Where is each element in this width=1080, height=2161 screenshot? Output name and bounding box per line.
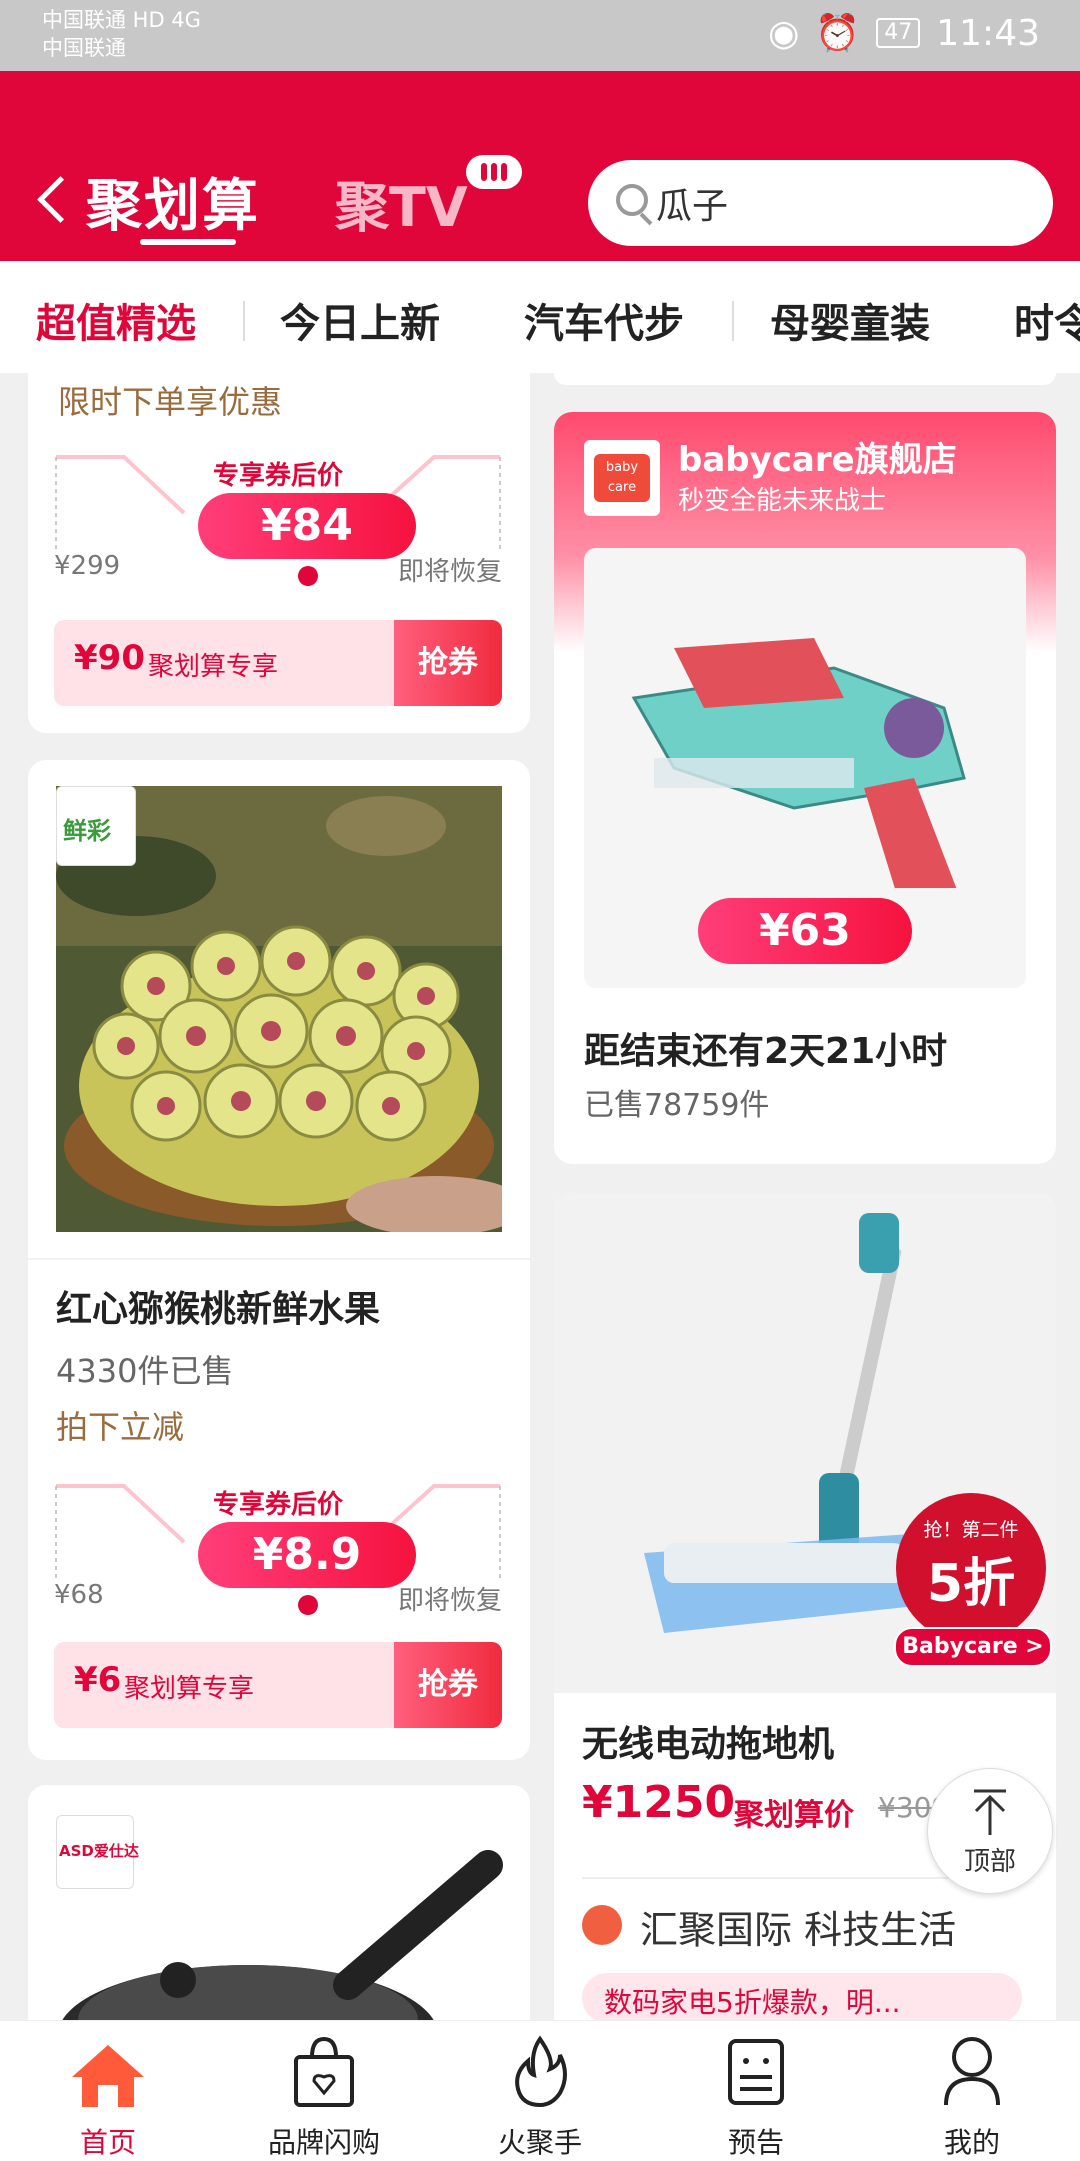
- tab-jinri-shangxin[interactable]: 今日上新: [280, 291, 440, 349]
- nav-mine-label: 我的: [943, 2126, 1000, 2159]
- coupon-price-area: 专享券后价 ¥84 ¥299 即将恢复: [54, 453, 502, 587]
- sold-count: 4330件已售: [56, 1352, 234, 1390]
- tab-chaozhi-jingxuan[interactable]: 超值精选: [36, 291, 196, 349]
- coupon-bar[interactable]: ¥90 聚划算专享 抢券: [54, 620, 502, 706]
- battery-indicator: 47: [876, 18, 921, 48]
- live-badge-icon: [466, 155, 522, 189]
- search-icon: [616, 184, 648, 216]
- product-card-top-left[interactable]: 限时下单享优惠 专享券后价 ¥84 ¥299 即将恢复 ¥90 聚划算专享 抢券: [28, 373, 530, 733]
- discount-badge: 抢！第二件 5折: [896, 1493, 1046, 1643]
- product-price: ¥63: [698, 898, 912, 964]
- countdown-text: 距结束还有2天21小时: [584, 1031, 948, 1072]
- juhuasuan-logo[interactable]: 聚划算: [86, 161, 260, 242]
- nav-preview[interactable]: 预告: [648, 2021, 864, 2161]
- status-bar: 中国联通 HD 4G 中国联通 ◉ ⏰ 47 11:43: [0, 0, 1080, 71]
- clock: 11:43: [936, 12, 1040, 54]
- discount-badge-main: 5折: [926, 1554, 1016, 1614]
- grab-coupon-button[interactable]: 抢券: [394, 620, 502, 706]
- alarm-icon: ⏰: [815, 13, 861, 54]
- coupon-price: ¥8.9: [198, 1522, 416, 1588]
- nav-preview-label: 预告: [727, 2126, 784, 2159]
- price-tag: 聚划算价: [734, 1798, 854, 1833]
- category-tabs: 超值精选 今日上新 汽车代步 母婴童装 时令: [0, 261, 1080, 373]
- brand-badge-text: 鲜彩: [63, 817, 111, 845]
- flame-icon: [515, 2035, 567, 2108]
- product-title[interactable]: 红心猕猴桃新鲜水果: [56, 1280, 380, 1332]
- product-card-top-right: [554, 373, 1056, 385]
- promo-text: 数码家电5折爆款，明...: [604, 1986, 901, 2019]
- discount-badge-brand: Babycare >: [894, 1627, 1052, 1667]
- promo-text: 限时下单享优惠: [58, 383, 283, 421]
- coupon-price: ¥84: [198, 493, 416, 559]
- discount-badge-top: 抢！第二件: [923, 1519, 1019, 1541]
- back-to-top-button[interactable]: 顶部: [927, 1768, 1053, 1894]
- pan-product-image: [58, 1850, 503, 2045]
- store-logo-text: baby care: [594, 454, 650, 502]
- price-label: 专享券后价: [212, 461, 343, 491]
- coupon-bar[interactable]: ¥6 聚划算专享 抢券: [54, 1642, 502, 1728]
- sold-count: 已售78759件: [584, 1088, 770, 1123]
- store-slogan: 秒变全能未来战士: [678, 486, 887, 516]
- coupon-amount: ¥6: [74, 1660, 122, 1700]
- price-dot: [298, 1595, 318, 1615]
- eye-icon: ◉: [768, 12, 800, 54]
- logo-underline: [140, 239, 236, 245]
- coupon-amount: ¥90: [74, 638, 145, 678]
- shop-icon: [582, 1905, 622, 1945]
- coupon-price-area: 专享券后价 ¥8.9 ¥68 即将恢复: [54, 1482, 502, 1616]
- nav-mine[interactable]: 我的: [864, 2021, 1080, 2161]
- notice-icon: [728, 2039, 784, 2105]
- product-card-kiwi[interactable]: 鲜彩 红心猕猴桃新鲜水果 4330件已售 拍下立减 专享券后价 ¥8.9 ¥68…: [28, 760, 530, 1760]
- shopping-bag-icon: [294, 2036, 354, 2107]
- back-to-top-label: 顶部: [963, 1847, 1016, 1877]
- coupon-text: 聚划算专享: [124, 1674, 255, 1704]
- product-title[interactable]: 无线电动拖地机: [582, 1715, 834, 1767]
- bottom-nav: 首页 品牌闪购 火聚手 预告 我的: [0, 2020, 1080, 2161]
- restore-text: 即将恢复: [397, 557, 502, 587]
- nav-home-label: 首页: [79, 2126, 136, 2159]
- tab-separator: [732, 301, 734, 341]
- shop-name[interactable]: 汇聚国际 科技生活: [640, 1899, 956, 1954]
- tab-shiling[interactable]: 时令: [1014, 291, 1080, 349]
- tab-separator: [243, 301, 245, 341]
- search-input[interactable]: [654, 178, 1018, 228]
- coupon-text: 聚划算专享: [148, 652, 279, 682]
- nav-brand-flash-label: 品牌闪购: [267, 2126, 380, 2159]
- store-name[interactable]: babycare旗舰店: [678, 432, 957, 481]
- nav-home[interactable]: 首页: [0, 2021, 216, 2161]
- product-card-asd[interactable]: ASD爱仕达: [28, 1785, 530, 2045]
- nav-brand-flash[interactable]: 品牌闪购: [216, 2021, 432, 2161]
- grab-coupon-button[interactable]: 抢券: [394, 1642, 502, 1728]
- brand-badge: 鲜彩: [56, 786, 136, 866]
- promo-text: 拍下立减: [56, 1408, 185, 1446]
- store-logo: baby care: [584, 440, 660, 516]
- arrow-up-icon: [974, 1789, 1006, 1835]
- back-icon[interactable]: [37, 176, 84, 223]
- user-icon: [944, 2037, 1000, 2106]
- store-card-babycare[interactable]: baby care babycare旗舰店 秒变全能未来战士 ¥63 距结束还有…: [554, 412, 1056, 1164]
- original-price: ¥68: [54, 1580, 104, 1610]
- divider: [28, 1258, 530, 1260]
- tab-qiche-daibu[interactable]: 汽车代步: [524, 291, 684, 349]
- product-image-box[interactable]: ¥63: [584, 548, 1026, 988]
- ju-tv-logo[interactable]: 聚TV: [335, 163, 468, 242]
- nav-hot-label: 火聚手: [497, 2126, 582, 2159]
- product-card-mop[interactable]: 抢！第二件 5折 Babycare > 无线电动拖地机 ¥1250 聚划算价 ¥…: [554, 1193, 1056, 2053]
- product-price: ¥1250: [582, 1777, 736, 1828]
- original-price: ¥299: [54, 551, 121, 581]
- promo-banner[interactable]: 数码家电5折爆款，明...: [582, 1973, 1022, 2023]
- toy-gun-product-image: [631, 638, 966, 888]
- price-dot: [298, 566, 318, 586]
- carrier-primary: 中国联通 HD 4G: [42, 8, 201, 32]
- carrier-secondary: 中国联通: [42, 36, 126, 60]
- tab-muying-tongzhuang[interactable]: 母婴童装: [770, 291, 930, 349]
- status-right: ◉ ⏰ 47 11:43: [768, 12, 1040, 55]
- price-label: 专享券后价: [212, 1490, 343, 1520]
- home-icon: [72, 2045, 144, 2107]
- nav-hot[interactable]: 火聚手: [432, 2021, 648, 2161]
- restore-text: 即将恢复: [397, 1586, 502, 1616]
- search-bar[interactable]: [588, 160, 1053, 246]
